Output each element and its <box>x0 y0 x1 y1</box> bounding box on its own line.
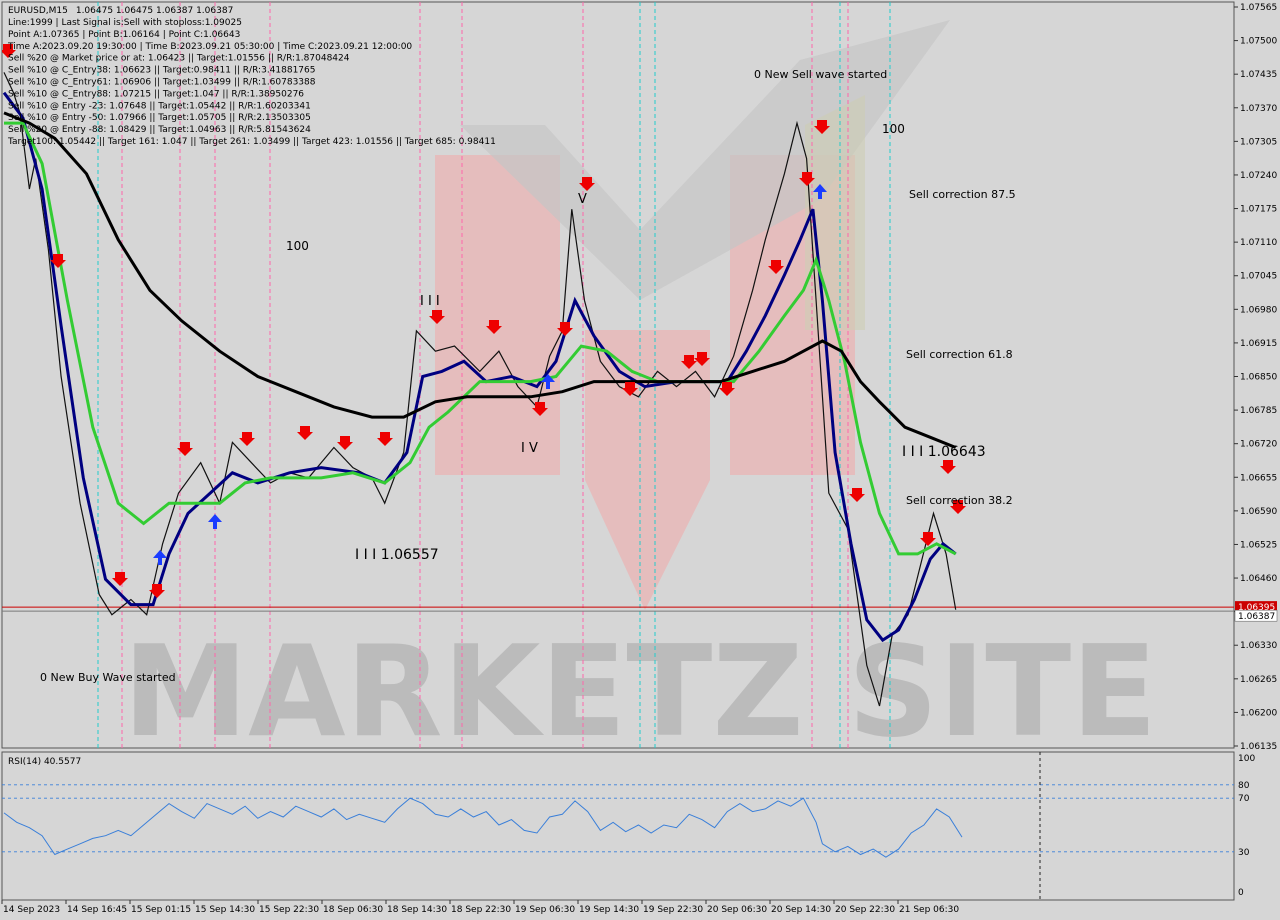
price-tick-label: 1.07305 <box>1240 137 1277 147</box>
annotation-sell-correction-38: Sell correction 38.2 <box>906 494 1013 507</box>
info-line: Sell %10 @ C_Entry88: 1.07215 || Target:… <box>8 89 304 99</box>
price-tick-label: 1.06525 <box>1240 540 1277 550</box>
rsi-axis: 100 80 70 30 0 <box>1238 754 1255 898</box>
info-line: Time A:2023.09.20 19:30:00 | Time B:2023… <box>7 42 412 52</box>
info-line: Sell %10 @ C_Entry61: 1.06906 || Target:… <box>8 78 316 88</box>
rsi-tick-label: 80 <box>1238 781 1250 791</box>
rsi-tick-label: 30 <box>1238 848 1250 858</box>
price-tick-label: 1.06720 <box>1240 440 1277 450</box>
time-tick-label: 15 Sep 14:30 <box>195 905 255 915</box>
price-tick-label: 1.06850 <box>1240 373 1277 383</box>
info-line: Sell %20 @ Entry -88: 1.08429 || Target:… <box>8 125 311 135</box>
price-tick-label: 1.07370 <box>1240 104 1277 114</box>
time-tick-label: 19 Sep 14:30 <box>579 905 639 915</box>
info-line: Sell %20 @ Market price or at: 1.06423 |… <box>8 54 350 64</box>
time-tick-label: 15 Sep 01:15 <box>131 905 191 915</box>
annotation-wave-iii-b: I I I 1.06557 <box>355 547 439 563</box>
price-tick-label: 1.07045 <box>1240 272 1277 282</box>
price-tick-label: 1.07110 <box>1240 238 1277 248</box>
annotation-sell-correction-87: Sell correction 87.5 <box>909 188 1016 201</box>
time-tick-label: 19 Sep 22:30 <box>643 905 703 915</box>
rsi-tick-label: 70 <box>1238 794 1250 804</box>
annotation-wave-iv: I V <box>521 441 538 456</box>
symbol-header: EURUSD,M15 1.06475 1.06475 1.06387 1.0638… <box>8 6 233 16</box>
time-axis[interactable]: 14 Sep 2023 14 Sep 16:45 15 Sep 01:15 15 Se… <box>1 900 959 915</box>
annotation-wave-v: V <box>578 192 587 207</box>
annotation-sell-wave: 0 New Sell wave started <box>754 68 887 81</box>
time-tick-label: 15 Sep 22:30 <box>259 905 319 915</box>
time-tick-label: 20 Sep 14:30 <box>771 905 831 915</box>
annotation-100-right: 100 <box>882 122 905 136</box>
rsi-tick-label: 0 <box>1238 888 1244 898</box>
ohlc-readout: 1.06475 1.06475 1.06387 1.06387 <box>76 6 233 16</box>
price-tick-label: 1.06785 <box>1240 406 1277 416</box>
price-tick-label: 1.07500 <box>1240 37 1277 47</box>
time-tick-label: 20 Sep 06:30 <box>707 905 767 915</box>
annotation-sell-correction-61: Sell correction 61.8 <box>906 348 1013 361</box>
price-tick-label: 1.06135 <box>1240 742 1277 752</box>
price-tick-label: 1.06655 <box>1240 473 1277 483</box>
price-tick-label: 1.06265 <box>1240 675 1277 685</box>
annotation-wave-iii-a: I I I <box>420 294 440 309</box>
time-tick-label: 14 Sep 16:45 <box>67 905 127 915</box>
time-tick-label: 19 Sep 06:30 <box>515 905 575 915</box>
time-tick-label: 14 Sep 2023 <box>3 905 60 915</box>
rsi-title: RSI(14) 40.5577 <box>8 757 81 767</box>
time-tick-label: 20 Sep 22:30 <box>835 905 895 915</box>
time-tick-label: 18 Sep 14:30 <box>387 905 447 915</box>
info-line: Sell %10 @ Entry -23: 1.07648 || Target:… <box>8 101 311 111</box>
price-tick-label: 1.06590 <box>1240 507 1277 517</box>
annotation-buy-wave: 0 New Buy Wave started <box>40 671 176 684</box>
time-tick-label: 18 Sep 22:30 <box>451 905 511 915</box>
info-line: Sell %10 @ C_Entry38: 1.06623 || Target:… <box>8 66 316 76</box>
trading-chart[interactable]: MARKETZ SITE 0 New Sell wave started 100… <box>0 0 1280 920</box>
price-tick-label: 1.06915 <box>1240 339 1277 349</box>
price-tick-label: 1.06980 <box>1240 305 1277 315</box>
price-tick-label: 1.06200 <box>1240 708 1277 718</box>
annotation-100-left: 100 <box>286 239 309 253</box>
info-line: Sell %10 @ Entry -50: 1.07966 || Target:… <box>8 113 311 123</box>
symbol-label: EURUSD,M15 <box>8 6 68 16</box>
info-line: Line:1999 | Last Signal is:Sell with sto… <box>8 18 242 28</box>
annotation-wave-iii-c: I I I 1.06643 <box>902 444 986 460</box>
info-line: Point A:1.07365 | Point B:1.06164 | Poin… <box>8 30 240 40</box>
time-tick-label: 21 Sep 06:30 <box>899 905 959 915</box>
time-tick-label: 18 Sep 06:30 <box>323 905 383 915</box>
price-tick-label: 1.07435 <box>1240 70 1277 80</box>
price-axis[interactable]: 1.07565 1.07500 1.07435 1.07370 1.07305 1.072… <box>1234 3 1277 752</box>
price-tick-label: 1.06460 <box>1240 574 1277 584</box>
price-tick-label: 1.07565 <box>1240 3 1277 13</box>
info-line: Target100: 1.05442 || Target 161: 1.047 … <box>7 137 496 147</box>
current-tag-text: 1.06387 <box>1238 612 1275 622</box>
price-tick-label: 1.07175 <box>1240 205 1277 215</box>
rsi-tick-label: 100 <box>1238 754 1255 764</box>
current-price-tag: 1.06387 <box>1234 609 1278 622</box>
price-tick-label: 1.07240 <box>1240 171 1277 181</box>
price-tick-label: 1.06330 <box>1240 641 1277 651</box>
